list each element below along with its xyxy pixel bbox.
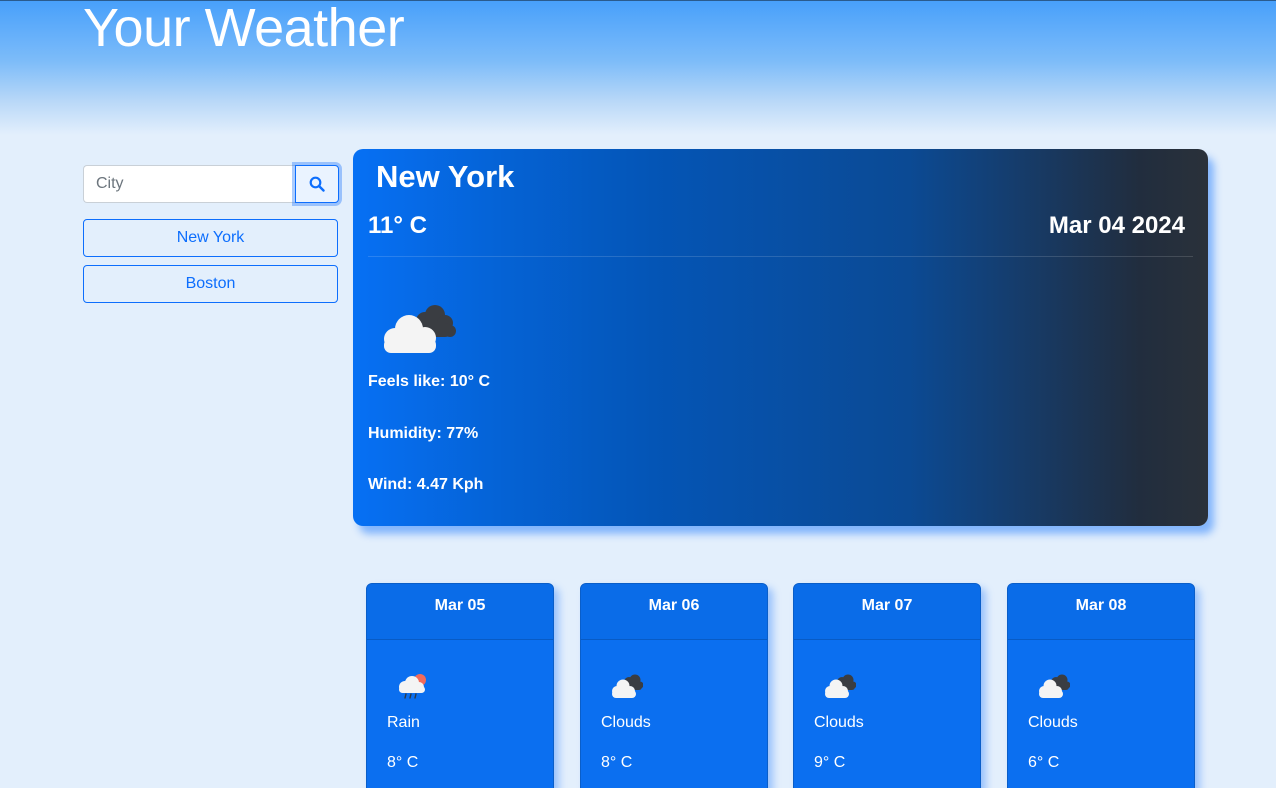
search-button[interactable] xyxy=(295,165,339,203)
feels-like: Feels like: 10° C xyxy=(368,373,491,390)
rain-icon xyxy=(399,674,426,699)
forecast-date: Mar 07 xyxy=(794,584,980,640)
page-header: Your Weather xyxy=(0,0,1276,135)
wind: Wind: 4.47 Kph xyxy=(368,476,484,493)
current-date: Mar 04 2024 xyxy=(1048,212,1185,239)
current-temperature: 11° C xyxy=(368,212,427,239)
history-button-boston[interactable]: Boston xyxy=(83,265,338,303)
humidity: Humidity: 77% xyxy=(368,425,479,442)
forecast-card: Mar 08 Clouds 6° C xyxy=(1007,583,1195,788)
forecast-date: Mar 05 xyxy=(367,584,553,640)
clouds-icon xyxy=(612,674,643,698)
forecast-temperature: 8° C xyxy=(601,754,633,771)
forecast-temperature: 9° C xyxy=(814,754,846,771)
page-title: Your Weather xyxy=(83,0,405,58)
clouds-icon xyxy=(825,674,856,698)
forecast-description: Clouds xyxy=(1028,714,1078,731)
forecast-temperature: 6° C xyxy=(1028,754,1060,771)
forecast-card: Mar 07 Clouds 9° C xyxy=(793,583,981,788)
clouds-icon xyxy=(1039,674,1070,698)
search-icon xyxy=(309,176,325,192)
city-search-input[interactable] xyxy=(83,165,295,203)
forecast-card: Mar 06 Clouds 8° C xyxy=(580,583,768,788)
forecast-temperature: 8° C xyxy=(387,754,419,771)
forecast-date: Mar 06 xyxy=(581,584,767,640)
forecast-description: Rain xyxy=(387,714,420,731)
current-city-name: New York xyxy=(376,159,515,194)
current-weather-card: New York 11° C Mar 04 2024 Feels like: 1… xyxy=(353,149,1208,526)
forecast-date: Mar 08 xyxy=(1008,584,1194,640)
card-divider xyxy=(368,256,1193,257)
forecast-card: Mar 05 Rain 8° C xyxy=(366,583,554,788)
clouds-icon xyxy=(384,305,456,353)
forecast-description: Clouds xyxy=(814,714,864,731)
history-button-new-york[interactable]: New York xyxy=(83,219,338,257)
forecast-description: Clouds xyxy=(601,714,651,731)
search-form xyxy=(83,165,339,203)
